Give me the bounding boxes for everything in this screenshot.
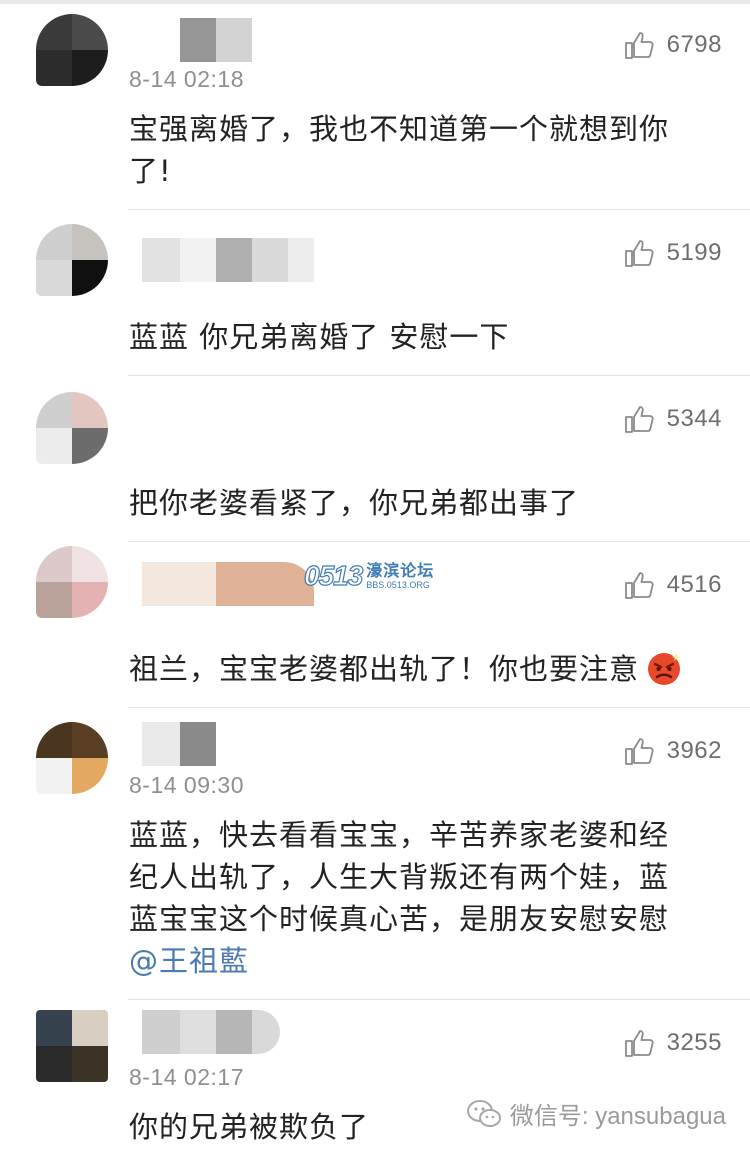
avatar[interactable]: [36, 722, 108, 794]
like-button[interactable]: 4516: [623, 568, 722, 602]
like-button[interactable]: 5344: [623, 402, 722, 436]
mention-link[interactable]: @王祖藍: [129, 944, 249, 978]
comment-text-body: 蓝蓝，快去看看宝宝，辛苦养家老婆和经纪人出轨了，人生大背叛还有两个娃，蓝蓝宝宝这…: [129, 818, 670, 936]
watermark-name: 濠滨论坛: [366, 560, 435, 580]
avatar[interactable]: [36, 14, 108, 86]
thumbs-up-icon: [624, 572, 654, 599]
username-blurred[interactable]: [142, 238, 314, 282]
like-count: 3962: [666, 737, 722, 764]
thumbs-up-icon: [624, 32, 654, 59]
avatar[interactable]: [36, 546, 108, 618]
thumbs-up-icon: [624, 738, 654, 765]
avatar[interactable]: [36, 392, 108, 464]
comment-text: 蓝蓝，快去看看宝宝，辛苦养家老婆和经纪人出轨了，人生大背叛还有两个娃，蓝蓝宝宝这…: [129, 814, 698, 982]
like-count: 5199: [666, 239, 722, 266]
like-count: 5344: [666, 405, 722, 432]
comment-text: 祖兰，宝宝老婆都出轨了！你也要注意: [129, 648, 698, 690]
wechat-watermark: 微信号: yansubagua: [466, 1096, 726, 1131]
comment-time: 8-14 02:18: [129, 66, 244, 92]
username-blurred[interactable]: [142, 18, 252, 62]
like-button[interactable]: 3962: [623, 734, 722, 768]
wechat-icon: [466, 1099, 501, 1127]
like-count: 6798: [666, 31, 722, 58]
watermark-logo: 0513: [303, 559, 364, 591]
comment-time: 8-14 02:17: [129, 1064, 244, 1090]
comment-item: 5344 把你老婆看紧了，你兄弟都出事了: [0, 376, 750, 542]
comment-item: 8-14 02:18 6798 宝强离婚了，我也不知道第一个就想到你了!: [0, 0, 750, 210]
comment-item: 5199 蓝蓝 你兄弟离婚了 安慰一下: [0, 210, 750, 376]
like-count: 3255: [666, 1029, 722, 1056]
like-button[interactable]: 5199: [623, 236, 722, 270]
like-button[interactable]: 6798: [623, 28, 722, 62]
like-count: 4516: [666, 571, 722, 598]
username-blurred[interactable]: [142, 1010, 280, 1054]
avatar[interactable]: [36, 224, 108, 296]
comment-text: 把你老婆看紧了，你兄弟都出事了: [129, 486, 580, 520]
angry-face-icon: [648, 653, 681, 685]
comment-text: 宝强离婚了，我也不知道第一个就想到你了!: [129, 112, 670, 188]
comment-item: 8-14 09:30 3962 蓝蓝，快去看看宝宝，辛苦养家老婆和经纪人出轨了，…: [0, 708, 750, 1000]
comment-text: 蓝蓝 你兄弟离婚了 安慰一下: [129, 320, 510, 354]
thumbs-up-icon: [624, 406, 654, 433]
watermark-url: BBS.0513.ORG: [366, 579, 430, 590]
comment-time: 8-14 09:30: [129, 772, 244, 798]
username-blurred[interactable]: [142, 562, 314, 606]
thumbs-up-icon: [624, 1030, 654, 1057]
comment-text-body: 祖兰，宝宝老婆都出轨了！你也要注意: [129, 652, 640, 686]
forum-watermark: 0513 濠滨论坛 BBS.0513.ORG: [303, 559, 435, 592]
username-blurred[interactable]: [142, 722, 216, 766]
like-button[interactable]: 3255: [623, 1026, 722, 1060]
avatar[interactable]: [36, 1010, 108, 1082]
thumbs-up-icon: [624, 240, 654, 267]
wechat-label: 微信号: yansubagua: [509, 1103, 726, 1130]
